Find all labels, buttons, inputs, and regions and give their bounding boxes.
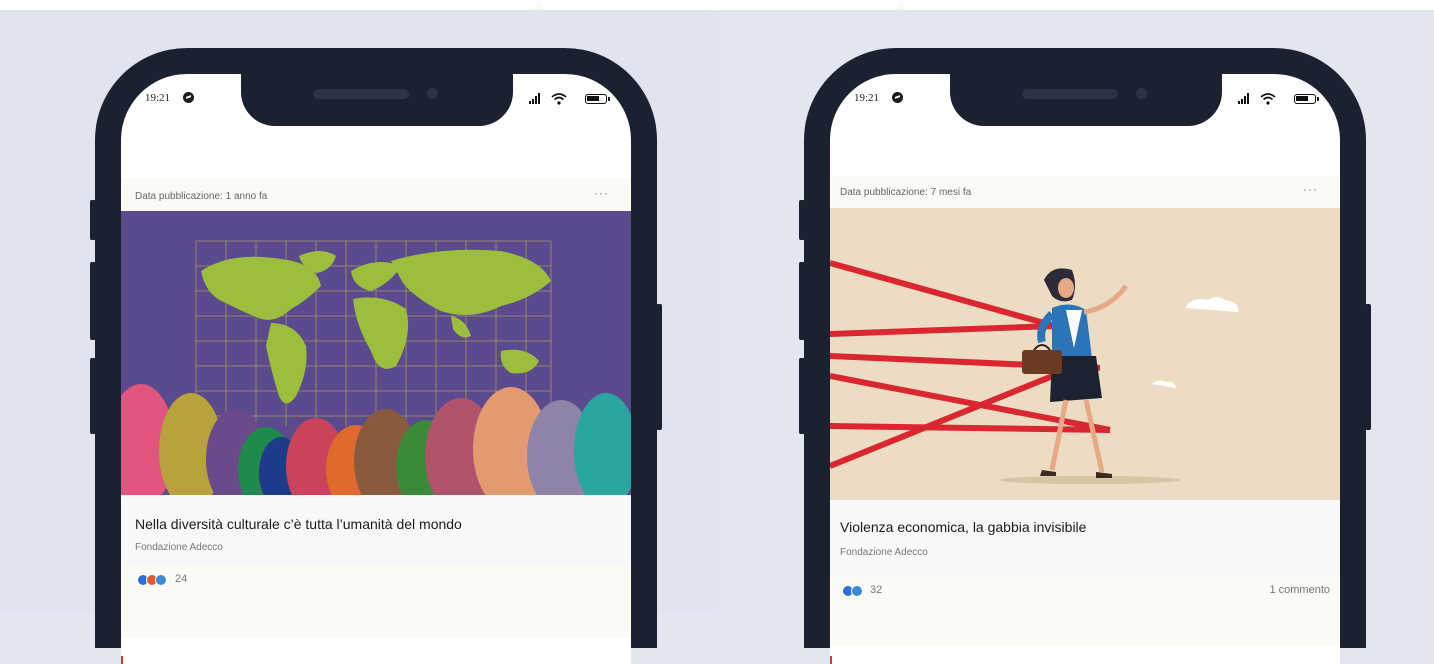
accent-line [830, 656, 832, 664]
battery-icon [585, 94, 610, 104]
publish-date: Data pubblicazione: 1 anno fa [135, 191, 268, 202]
phone-power-button [1365, 304, 1371, 430]
comments-link[interactable]: 1 commento [1269, 584, 1330, 596]
front-camera [1136, 88, 1147, 99]
reactions-bar[interactable]: 32 1 commento [830, 576, 1340, 604]
more-options-icon[interactable]: ··· [594, 186, 609, 200]
messenger-icon [892, 92, 903, 103]
publish-date: Data pubblicazione: 7 mesi fa [840, 187, 972, 198]
post-info[interactable]: Violenza economica, la gabbia invisibile… [830, 500, 1340, 576]
phone-volume-down-button [90, 358, 96, 434]
status-time: 19:21 [145, 92, 171, 104]
reaction-icons [842, 584, 863, 602]
accent-line [121, 656, 123, 664]
notch [241, 74, 513, 126]
post-image[interactable] [121, 211, 631, 495]
phone-mockup-right: 19:21 Data pubblicazione: 7 mesi fa ··· [799, 48, 1371, 664]
battery-icon [1294, 94, 1319, 104]
post-source: Fondazione Adecco [135, 542, 223, 553]
phone-side-button [90, 200, 96, 240]
front-camera [427, 88, 438, 99]
reaction-icons [137, 573, 167, 591]
post-image[interactable] [830, 208, 1340, 500]
reactions-bar[interactable]: 24 [121, 565, 631, 593]
signal-icon [529, 92, 543, 104]
wifi-icon [1260, 92, 1276, 110]
status-time: 19:21 [854, 92, 880, 104]
reaction-count: 24 [175, 573, 188, 585]
speaker [1022, 89, 1118, 99]
phone-power-button [656, 304, 662, 430]
world-map-illustration [121, 211, 631, 495]
phone-volume-down-button [799, 358, 805, 434]
woman-red-tape-illustration [830, 208, 1340, 500]
post-title[interactable]: Nella diversità culturale c’è tutta l’um… [135, 516, 462, 532]
notch [950, 74, 1222, 126]
messenger-icon [183, 92, 194, 103]
speaker [313, 89, 409, 99]
post-card[interactable]: Data pubblicazione: 1 anno fa ··· Nella … [121, 178, 631, 638]
reaction-count: 32 [870, 584, 883, 596]
signal-icon [1238, 92, 1252, 104]
phone-side-button [799, 200, 805, 240]
phone-screen: 19:21 Data pubblicazione: 7 mesi fa ··· [830, 74, 1340, 664]
post-title[interactable]: Violenza economica, la gabbia invisibile [840, 519, 1086, 535]
wifi-icon [551, 92, 567, 110]
more-options-icon[interactable]: ··· [1303, 182, 1318, 196]
phone-volume-up-button [90, 262, 96, 340]
post-source: Fondazione Adecco [840, 547, 928, 558]
phone-volume-up-button [799, 262, 805, 340]
phone-mockup-left: 19:21 Data pubblicazione: 1 anno fa ··· [90, 48, 662, 664]
post-card[interactable]: Data pubblicazione: 7 mesi fa ··· Violen… [830, 176, 1340, 646]
phone-screen: 19:21 Data pubblicazione: 1 anno fa ··· [121, 74, 631, 664]
post-info[interactable]: Nella diversità culturale c’è tutta l’um… [121, 495, 631, 565]
